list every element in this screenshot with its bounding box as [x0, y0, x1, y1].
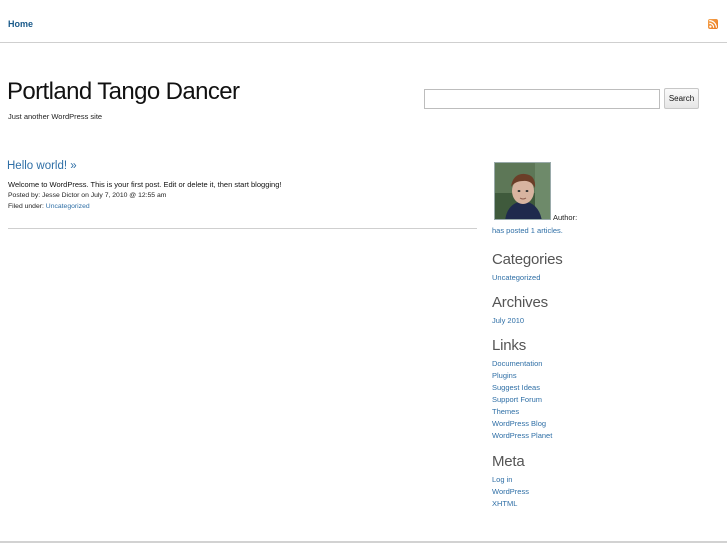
post-divider: [8, 228, 477, 229]
post-filed-under: Filed under: Uncategorized: [8, 203, 90, 210]
filed-under-label: Filed under:: [8, 203, 44, 210]
meta-heading: Meta: [492, 453, 525, 470]
link-wordpress-blog[interactable]: WordPress Blog: [492, 419, 546, 428]
post-category-link[interactable]: Uncategorized: [46, 203, 90, 210]
categories-heading: Categories: [492, 251, 563, 268]
links-heading: Links: [492, 337, 527, 354]
category-link[interactable]: Uncategorized: [492, 273, 540, 282]
link-suggest-ideas[interactable]: Suggest Ideas: [492, 383, 540, 392]
site-title[interactable]: Portland Tango Dancer: [7, 78, 240, 106]
search-button[interactable]: Search: [664, 88, 699, 109]
top-navigation-bar: Home: [0, 0, 727, 43]
footer-divider: [0, 541, 727, 543]
meta-login-link[interactable]: Log in: [492, 475, 512, 484]
author-label: Author:: [553, 213, 578, 222]
meta-wordpress-link[interactable]: WordPress: [492, 487, 529, 496]
post-excerpt: Welcome to WordPress. This is your first…: [8, 180, 282, 189]
meta-xhtml-link[interactable]: XHTML: [492, 499, 517, 508]
author-posts-link[interactable]: has posted 1 articles.: [492, 226, 563, 235]
site-tagline: Just another WordPress site: [8, 112, 103, 121]
archive-link[interactable]: July 2010: [492, 316, 524, 325]
link-plugins[interactable]: Plugins: [492, 371, 517, 380]
rss-icon[interactable]: [708, 19, 718, 29]
link-documentation[interactable]: Documentation: [492, 359, 542, 368]
link-support-forum[interactable]: Support Forum: [492, 395, 542, 404]
author-avatar: [494, 162, 551, 220]
archives-heading: Archives: [492, 294, 548, 311]
post-meta: Posted by: Jesse Dictor on July 7, 2010 …: [8, 192, 167, 199]
link-themes[interactable]: Themes: [492, 407, 519, 416]
link-wordpress-planet[interactable]: WordPress Planet: [492, 431, 552, 440]
nav-home-link[interactable]: Home: [8, 19, 33, 29]
post-title-link[interactable]: Hello world! »: [7, 160, 77, 172]
search-input[interactable]: [424, 89, 660, 109]
